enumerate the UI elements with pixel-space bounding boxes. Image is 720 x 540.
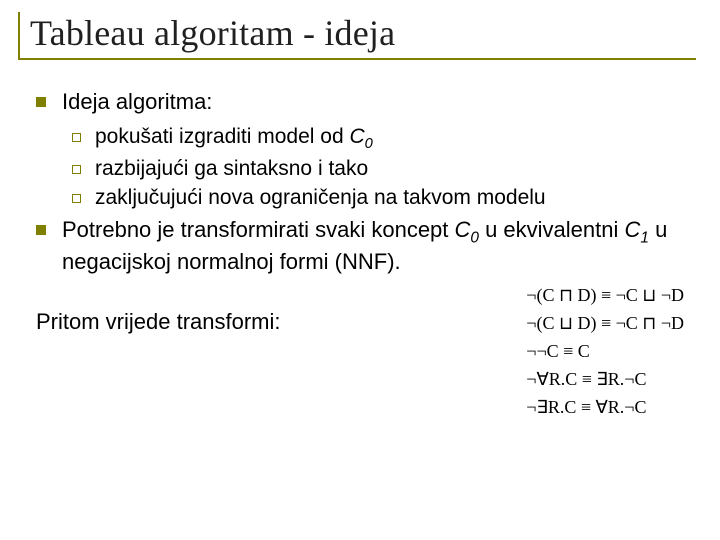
equivalence-formulae: ¬(C ⊓ D) ≡ ¬C ⊔ ¬D ¬(C ⊔ D) ≡ ¬C ⊓ ¬D ¬¬…	[502, 280, 690, 421]
formula-line: ¬(C ⊓ D) ≡ ¬C ⊔ ¬D	[526, 282, 684, 310]
sub-bullet-text: pokušati izgraditi model od C0	[95, 124, 373, 154]
formula-line: ¬∃R.C ≡ ∀R.¬C	[526, 394, 684, 422]
sub-bullet: pokušati izgraditi model od C0	[72, 124, 690, 154]
sub-bullet: zaključujući nova ograničenja na takvom …	[72, 185, 690, 212]
slide-title: Tableau algoritam - ideja	[30, 12, 696, 54]
bullet-paragraph: Pritom vrijede transformi:	[36, 280, 502, 336]
sub-bullet-text: zaključujući nova ograničenja na takvom …	[95, 185, 546, 212]
bullet-lead: Ideja algoritma:	[36, 88, 690, 116]
bullet-paragraph-text: Pritom vrijede transformi:	[36, 308, 502, 336]
slide-body: Ideja algoritma: pokušati izgraditi mode…	[24, 60, 696, 422]
formula-line: ¬(C ⊔ D) ≡ ¬C ⊓ ¬D	[526, 310, 684, 338]
bullet-paragraph: Potrebno je transformirati svaki koncept…	[36, 216, 690, 276]
formula-line: ¬∀R.C ≡ ∃R.¬C	[526, 366, 684, 394]
title-rule: Tableau algoritam - ideja	[18, 12, 696, 60]
hollow-square-bullet-icon	[72, 133, 81, 142]
formula-line: ¬¬C ≡ C	[526, 338, 684, 366]
square-bullet-icon	[36, 97, 46, 107]
square-bullet-icon	[36, 225, 46, 235]
sub-bullet-text: razbijajući ga sintaksno i tako	[95, 156, 368, 183]
sub-bullet: razbijajući ga sintaksno i tako	[72, 156, 690, 183]
bullet-lead-text: Ideja algoritma:	[62, 88, 212, 116]
slide: Tableau algoritam - ideja Ideja algoritm…	[0, 0, 720, 540]
bullet-paragraph-text: Potrebno je transformirati svaki koncept…	[62, 216, 690, 276]
hollow-square-bullet-icon	[72, 165, 81, 174]
last-row: Pritom vrijede transformi: ¬(C ⊓ D) ≡ ¬C…	[36, 280, 690, 421]
hollow-square-bullet-icon	[72, 194, 81, 203]
